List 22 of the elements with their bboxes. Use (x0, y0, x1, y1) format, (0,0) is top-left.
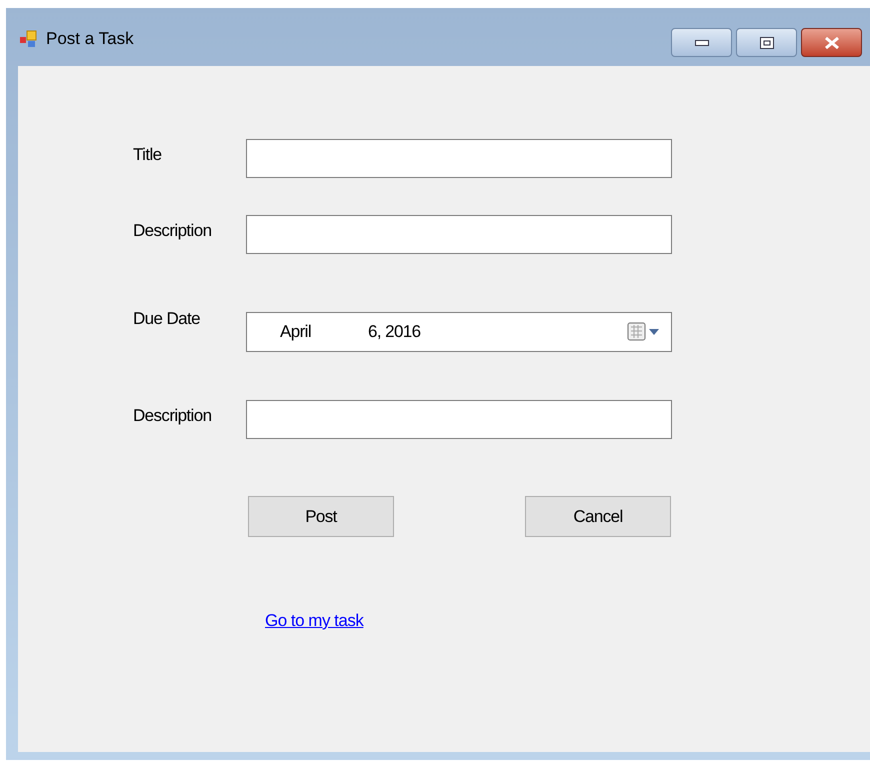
go-to-my-task-link[interactable]: Go to my task (265, 611, 364, 630)
window-title: Post a Task (46, 28, 134, 50)
input-field[interactable] (246, 139, 672, 178)
field-label: Description (133, 405, 212, 427)
date-picker[interactable]: April 6, 2016 (246, 312, 672, 352)
form-button[interactable]: Cancel (525, 496, 671, 537)
input-field[interactable] (246, 400, 672, 439)
form-button[interactable]: Post (248, 496, 394, 537)
minimize-button[interactable] (671, 28, 732, 57)
month-text: April (280, 321, 312, 344)
minimize-icon (694, 40, 708, 46)
close-button[interactable] (801, 28, 862, 57)
input-field[interactable] (246, 215, 672, 254)
day-year-text: 6, 2016 (368, 321, 421, 344)
field-label: Title (133, 144, 162, 166)
calendar-dropdown-icon (627, 322, 661, 342)
field-label: Description (133, 220, 212, 242)
maximize-button[interactable] (736, 28, 797, 57)
field-label: Due Date (133, 308, 202, 330)
restore-icon (760, 36, 774, 48)
app-icon (20, 30, 38, 48)
close-icon (824, 36, 840, 48)
